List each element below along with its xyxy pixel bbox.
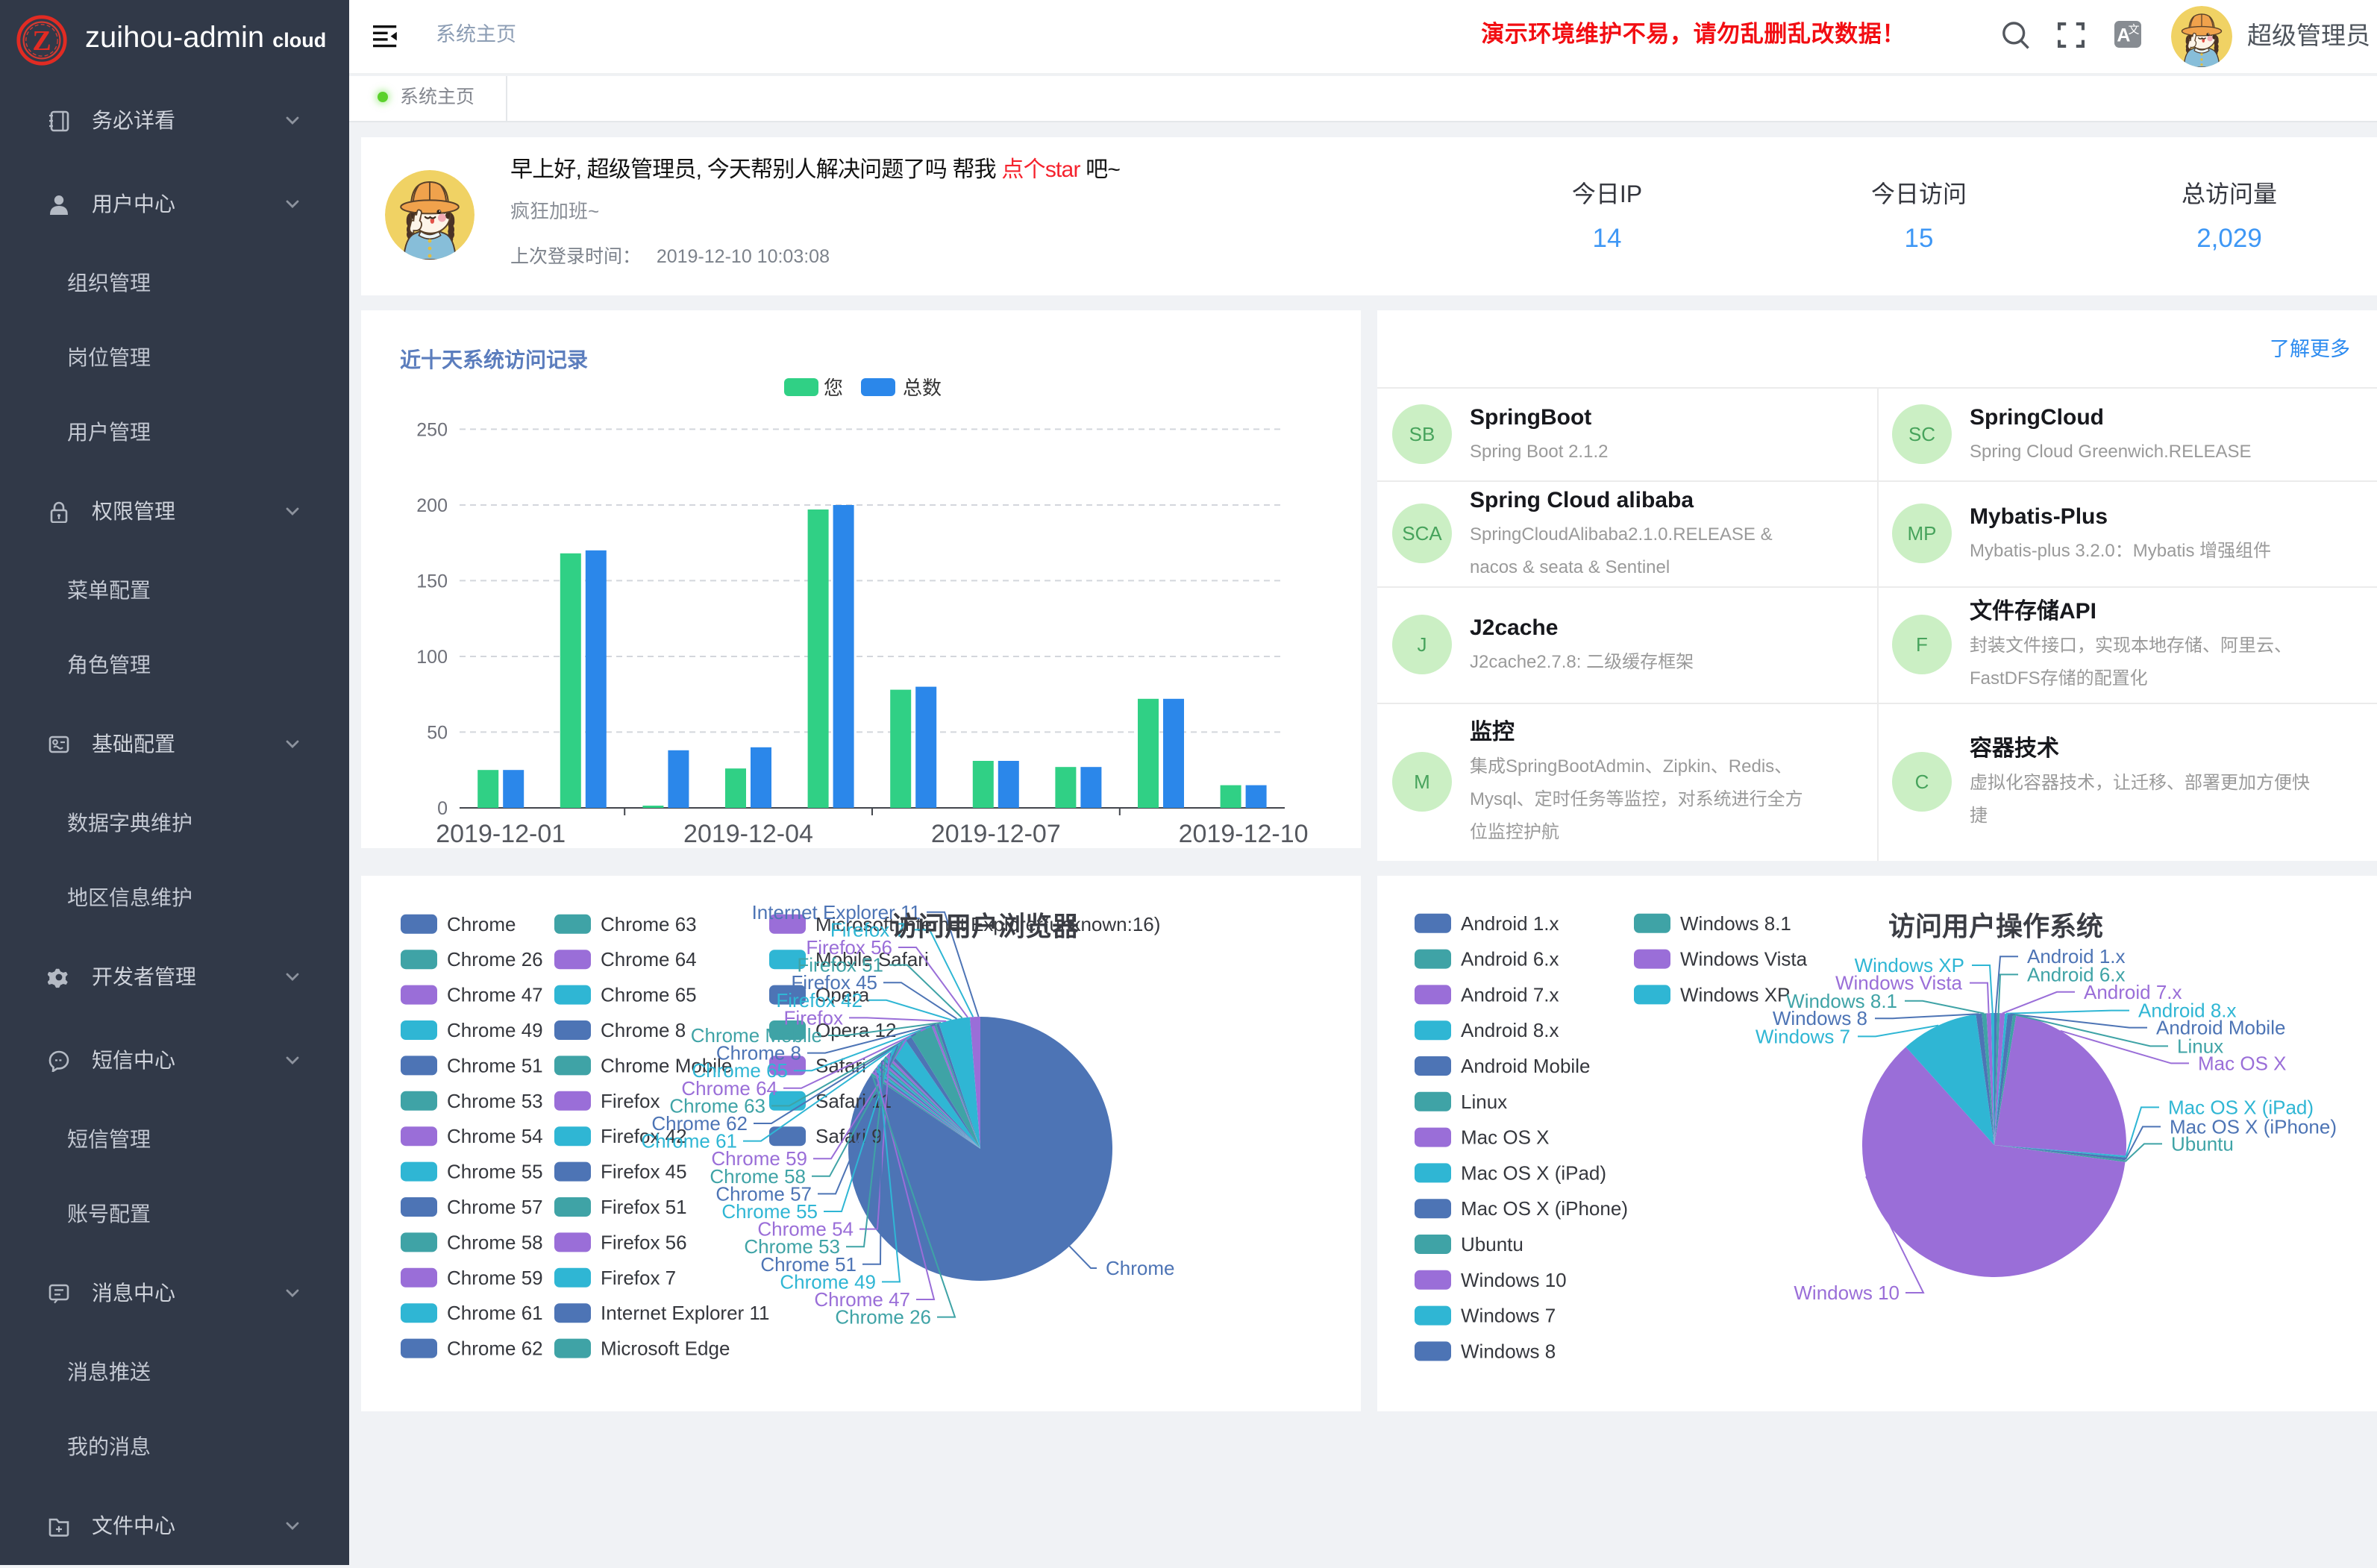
svg-text:Chrome 51: Chrome 51 <box>447 1054 543 1076</box>
svg-text:Chrome: Chrome <box>447 913 516 935</box>
svg-text:Chrome 58: Chrome 58 <box>447 1231 543 1253</box>
svg-text:总数: 总数 <box>903 377 942 399</box>
svg-text:2019-12-01: 2019-12-01 <box>436 820 566 847</box>
svg-text:Windows Vista: Windows Vista <box>1680 948 1808 970</box>
svg-text:Z: Z <box>32 25 51 57</box>
svg-text:Windows 10: Windows 10 <box>1461 1269 1567 1291</box>
svg-text:Chrome 62: Chrome 62 <box>447 1337 543 1360</box>
svg-text:Android 8.x: Android 8.x <box>1461 1019 1559 1041</box>
svg-text:2019-12-04: 2019-12-04 <box>683 820 813 847</box>
svg-text:50: 50 <box>427 722 448 743</box>
svg-text:200: 200 <box>416 495 448 516</box>
svg-text:Firefox: Firefox <box>601 1090 660 1112</box>
svg-text:100: 100 <box>416 647 448 668</box>
svg-text:Windows 8.1: Windows 8.1 <box>1680 912 1791 935</box>
svg-text:Firefox 56: Firefox 56 <box>601 1231 687 1253</box>
svg-text:2019-12-07: 2019-12-07 <box>931 820 1061 847</box>
svg-text:Linux: Linux <box>1461 1091 1507 1113</box>
svg-text:Chrome 61: Chrome 61 <box>447 1302 543 1324</box>
svg-text:Mac OS X (iPad): Mac OS X (iPad) <box>1461 1161 1606 1184</box>
svg-text:Chrome 53: Chrome 53 <box>447 1090 543 1112</box>
svg-text:Internet Explorer 11: Internet Explorer 11 <box>601 1302 769 1324</box>
svg-text:Chrome 54: Chrome 54 <box>447 1125 543 1147</box>
svg-text:Chrome 47: Chrome 47 <box>447 984 543 1006</box>
svg-text:250: 250 <box>416 419 448 440</box>
svg-text:Windows XP: Windows XP <box>1680 983 1790 1006</box>
svg-text:Android 1.x: Android 1.x <box>1461 912 1559 935</box>
svg-text:Windows 7: Windows 7 <box>1756 1025 1850 1047</box>
svg-text:Firefox 7: Firefox 7 <box>601 1267 676 1289</box>
svg-text:Mac OS X (iPhone): Mac OS X (iPhone) <box>1461 1197 1628 1220</box>
svg-text:0: 0 <box>437 798 448 819</box>
svg-text:Chrome 55: Chrome 55 <box>447 1161 543 1183</box>
svg-text:Mac OS X: Mac OS X <box>1461 1126 1549 1149</box>
svg-text:访问用户浏览器: 访问用户浏览器 <box>891 911 1080 941</box>
svg-text:Chrome 63: Chrome 63 <box>601 913 697 935</box>
svg-text:Firefox 45: Firefox 45 <box>601 1161 687 1183</box>
svg-text:Chrome 26: Chrome 26 <box>447 948 543 970</box>
svg-text:Safari 9: Safari 9 <box>815 1125 883 1147</box>
svg-text:Ubuntu: Ubuntu <box>2171 1132 2234 1155</box>
svg-text:您: 您 <box>824 377 843 399</box>
svg-text:访问用户操作系统: 访问用户操作系统 <box>1888 911 2103 941</box>
svg-text:Ubuntu: Ubuntu <box>1461 1233 1523 1255</box>
svg-text:Windows 10: Windows 10 <box>1794 1282 1900 1304</box>
svg-text:150: 150 <box>416 571 448 592</box>
svg-text:Chrome 65: Chrome 65 <box>601 984 697 1006</box>
svg-text:Chrome 57: Chrome 57 <box>447 1196 543 1218</box>
svg-text:Chrome 49: Chrome 49 <box>447 1019 543 1041</box>
svg-text:Chrome 26: Chrome 26 <box>835 1306 931 1329</box>
svg-text:近十天系统访问记录: 近十天系统访问记录 <box>400 348 588 371</box>
svg-text:Android 6.x: Android 6.x <box>1461 948 1559 970</box>
svg-text:Android Mobile: Android Mobile <box>1461 1055 1590 1077</box>
svg-text:Firefox 51: Firefox 51 <box>601 1196 687 1218</box>
svg-text:文: 文 <box>2128 23 2139 36</box>
svg-text:Chrome 64: Chrome 64 <box>601 948 697 970</box>
svg-text:Android 7.x: Android 7.x <box>1461 983 1559 1006</box>
svg-text:Chrome 8: Chrome 8 <box>601 1019 686 1041</box>
svg-text:Windows 8: Windows 8 <box>1461 1340 1556 1362</box>
svg-text:Windows 7: Windows 7 <box>1461 1305 1556 1327</box>
svg-text:Chrome 59: Chrome 59 <box>447 1267 543 1289</box>
svg-text:Microsoft Edge: Microsoft Edge <box>601 1337 730 1360</box>
svg-text:Chrome: Chrome <box>1106 1257 1174 1279</box>
svg-text:2019-12-10: 2019-12-10 <box>1179 820 1309 847</box>
svg-text:Mac OS X: Mac OS X <box>2198 1052 2286 1074</box>
